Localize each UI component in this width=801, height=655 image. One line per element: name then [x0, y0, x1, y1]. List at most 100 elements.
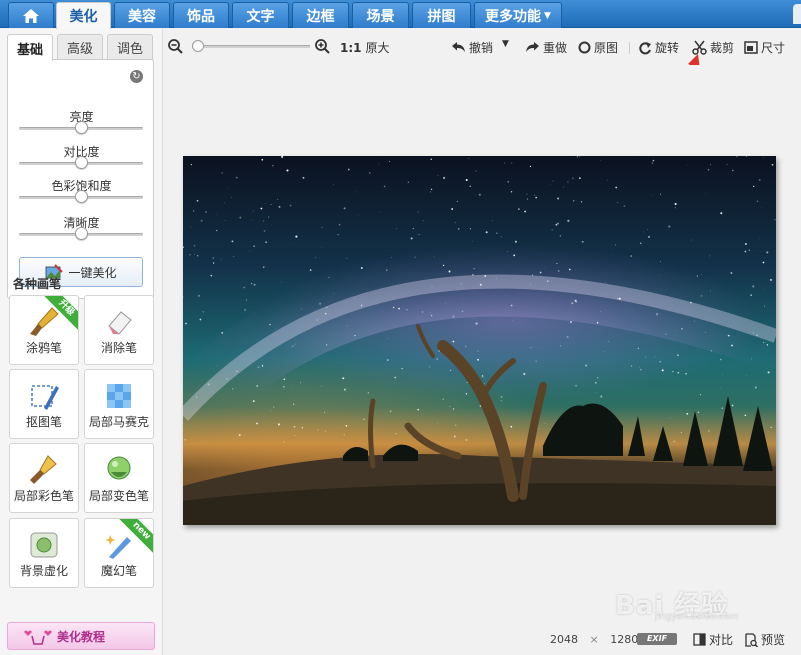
zoom-slider-thumb[interactable]: [191, 40, 204, 52]
zoom-in-icon: [315, 39, 330, 54]
original-size-button[interactable]: 1:1 原大: [340, 39, 390, 56]
star: [759, 238, 760, 240]
star: [646, 229, 648, 230]
star: [651, 195, 653, 196]
redo-button[interactable]: 重做: [525, 39, 567, 56]
subtab-advanced[interactable]: 高级: [57, 34, 103, 60]
brightness-thumb[interactable]: [75, 121, 88, 134]
zoom-slider-track[interactable]: [192, 45, 310, 48]
saturation-thumb[interactable]: [75, 190, 88, 203]
star: [614, 244, 617, 246]
local-recolor-brush-button[interactable]: 局部变色笔: [84, 443, 154, 513]
star: [500, 400, 502, 402]
star: [383, 185, 386, 188]
star: [469, 185, 471, 187]
star: [510, 304, 513, 307]
star: [389, 410, 392, 413]
star: [386, 269, 388, 271]
star: [183, 246, 185, 249]
star: [345, 425, 348, 427]
star: [338, 361, 340, 363]
tab-beautify[interactable]: 美化: [56, 2, 111, 29]
star: [475, 170, 477, 172]
star: [205, 210, 208, 213]
star: [710, 350, 712, 352]
rotate-button[interactable]: 旋转: [638, 39, 679, 56]
local-color-brush-button[interactable]: 局部彩色笔: [9, 443, 79, 513]
star: [250, 282, 253, 285]
star: [367, 392, 369, 394]
star: [448, 270, 451, 273]
star: [762, 341, 765, 344]
star: [665, 333, 667, 335]
star: [465, 438, 468, 442]
star: [245, 299, 248, 301]
saturation-slider-group: 色彩饱和度: [8, 177, 155, 203]
preview-button[interactable]: 预览: [744, 631, 785, 648]
undo-button[interactable]: 撤销: [451, 39, 493, 56]
rotate-icon: [639, 41, 651, 54]
zoom-out-button[interactable]: [168, 39, 186, 54]
star: [552, 180, 554, 182]
star: [481, 375, 484, 377]
star: [712, 320, 714, 322]
sharpness-thumb[interactable]: [75, 227, 88, 240]
star: [672, 370, 674, 373]
undo-history-dropdown[interactable]: ▼: [502, 39, 509, 49]
star: [732, 169, 734, 172]
star: [600, 395, 603, 398]
star: [721, 407, 723, 409]
tab-collage[interactable]: 拼图: [412, 2, 471, 28]
star: [450, 369, 452, 371]
star: [572, 199, 575, 202]
home-tab[interactable]: [8, 2, 54, 28]
star: [231, 240, 234, 243]
baidu-watermark-url: jingyan.baidu.com: [655, 612, 739, 622]
star: [557, 222, 559, 225]
star: [631, 365, 633, 367]
tab-beauty[interactable]: 美容: [114, 2, 170, 28]
tab-scene[interactable]: 场景: [352, 2, 409, 28]
star: [697, 411, 700, 414]
edited-photo[interactable]: [183, 156, 776, 525]
star: [401, 368, 403, 370]
eraser-brush-button[interactable]: 消除笔: [84, 295, 154, 365]
star: [547, 280, 549, 282]
star: [410, 237, 413, 240]
star: [660, 261, 662, 263]
star: [699, 394, 701, 396]
subtab-basic[interactable]: 基础: [7, 34, 53, 61]
hand-hearts-icon: [24, 630, 52, 645]
resize-button[interactable]: 尺寸: [744, 39, 785, 56]
star: [615, 186, 618, 189]
tab-border[interactable]: 边框: [292, 2, 349, 28]
star: [708, 430, 710, 432]
background-blur-button[interactable]: 背景虚化: [9, 518, 79, 588]
exif-button[interactable]: EXIF: [637, 633, 677, 645]
cutout-brush-button[interactable]: 抠图笔: [9, 369, 79, 439]
beautify-tutorial-button[interactable]: 美化教程: [7, 622, 155, 650]
subtab-color[interactable]: 调色: [107, 34, 153, 60]
doodle-brush-button[interactable]: 升级 涂鸦笔: [9, 295, 79, 365]
star: [535, 360, 537, 363]
star: [253, 283, 256, 286]
tab-accessories[interactable]: 饰品: [173, 2, 229, 28]
contrast-thumb[interactable]: [75, 156, 88, 169]
star: [429, 312, 431, 314]
compare-button[interactable]: 对比: [693, 631, 733, 648]
star: [213, 262, 215, 264]
magic-brush-button[interactable]: new 魔幻笔: [84, 518, 154, 588]
tab-text[interactable]: 文字: [232, 2, 289, 28]
star: [221, 172, 223, 174]
zoom-in-button[interactable]: [315, 39, 333, 54]
reset-icon[interactable]: ↻: [130, 70, 143, 83]
local-mosaic-button[interactable]: 局部马赛克: [84, 369, 154, 439]
tab-more-functions[interactable]: 更多功能 ▼: [474, 2, 562, 28]
star: [197, 294, 200, 297]
star: [500, 395, 503, 398]
star: [659, 360, 661, 363]
star: [510, 425, 513, 428]
star: [673, 440, 676, 443]
star: [253, 245, 255, 247]
original-image-button[interactable]: 原图: [578, 39, 618, 56]
